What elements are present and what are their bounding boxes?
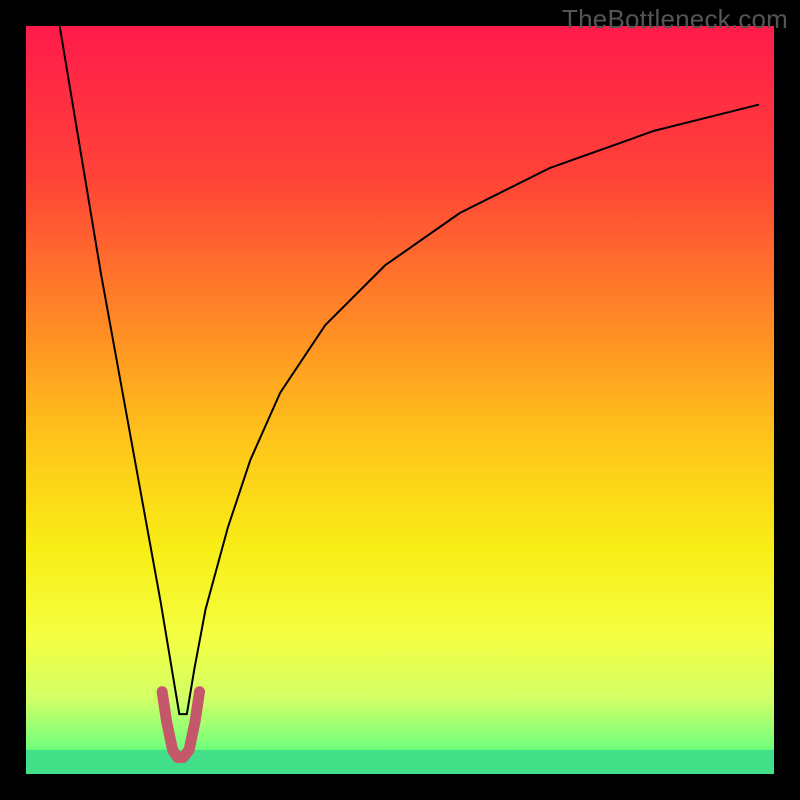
outer-frame: TheBottleneck.com: [0, 0, 800, 800]
chart-plot: [26, 26, 774, 774]
watermark-text: TheBottleneck.com: [562, 4, 788, 35]
